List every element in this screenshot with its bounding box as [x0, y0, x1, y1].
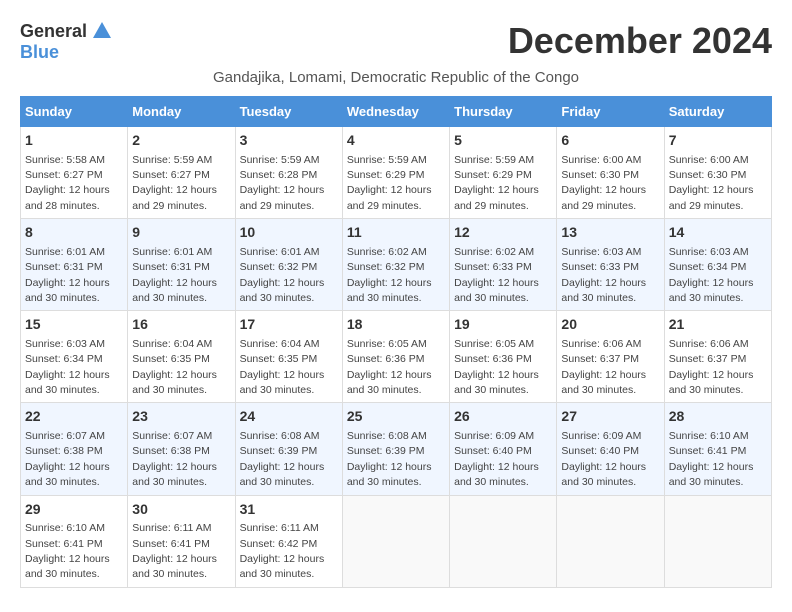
table-row: 26 Sunrise: 6:09 AMSunset: 6:40 PMDaylig…: [450, 403, 557, 495]
table-row: 11 Sunrise: 6:02 AMSunset: 6:32 PMDaylig…: [342, 219, 449, 311]
table-row: 31 Sunrise: 6:11 AMSunset: 6:42 PMDaylig…: [235, 495, 342, 587]
page-subtitle: Gandajika, Lomami, Democratic Republic o…: [20, 69, 772, 86]
logo-icon: [91, 20, 113, 42]
page-header: General Blue December 2024: [20, 20, 772, 63]
table-row: 21 Sunrise: 6:06 AMSunset: 6:37 PMDaylig…: [664, 311, 771, 403]
table-row: 5 Sunrise: 5:59 AMSunset: 6:29 PMDayligh…: [450, 127, 557, 219]
table-row: 28 Sunrise: 6:10 AMSunset: 6:41 PMDaylig…: [664, 403, 771, 495]
logo-blue: Blue: [20, 42, 59, 63]
table-row: 29 Sunrise: 6:10 AMSunset: 6:41 PMDaylig…: [21, 495, 128, 587]
table-row: 13 Sunrise: 6:03 AMSunset: 6:33 PMDaylig…: [557, 219, 664, 311]
table-row: 27 Sunrise: 6:09 AMSunset: 6:40 PMDaylig…: [557, 403, 664, 495]
table-row: [450, 495, 557, 587]
table-row: 23 Sunrise: 6:07 AMSunset: 6:38 PMDaylig…: [128, 403, 235, 495]
table-row: 8 Sunrise: 6:01 AMSunset: 6:31 PMDayligh…: [21, 219, 128, 311]
logo-general: General: [20, 21, 87, 42]
table-row: 19 Sunrise: 6:05 AMSunset: 6:36 PMDaylig…: [450, 311, 557, 403]
month-title: December 2024: [508, 20, 772, 62]
table-row: 20 Sunrise: 6:06 AMSunset: 6:37 PMDaylig…: [557, 311, 664, 403]
table-row: [557, 495, 664, 587]
table-row: 18 Sunrise: 6:05 AMSunset: 6:36 PMDaylig…: [342, 311, 449, 403]
logo: General Blue: [20, 20, 113, 63]
table-row: 15 Sunrise: 6:03 AMSunset: 6:34 PMDaylig…: [21, 311, 128, 403]
table-row: 7 Sunrise: 6:00 AMSunset: 6:30 PMDayligh…: [664, 127, 771, 219]
table-row: 4 Sunrise: 5:59 AMSunset: 6:29 PMDayligh…: [342, 127, 449, 219]
table-row: 17 Sunrise: 6:04 AMSunset: 6:35 PMDaylig…: [235, 311, 342, 403]
table-row: 16 Sunrise: 6:04 AMSunset: 6:35 PMDaylig…: [128, 311, 235, 403]
table-row: 24 Sunrise: 6:08 AMSunset: 6:39 PMDaylig…: [235, 403, 342, 495]
table-row: 25 Sunrise: 6:08 AMSunset: 6:39 PMDaylig…: [342, 403, 449, 495]
table-row: 12 Sunrise: 6:02 AMSunset: 6:33 PMDaylig…: [450, 219, 557, 311]
table-row: 2 Sunrise: 5:59 AMSunset: 6:27 PMDayligh…: [128, 127, 235, 219]
table-row: 6 Sunrise: 6:00 AMSunset: 6:30 PMDayligh…: [557, 127, 664, 219]
calendar-table: Sunday Monday Tuesday Wednesday Thursday…: [20, 96, 772, 588]
table-row: 9 Sunrise: 6:01 AMSunset: 6:31 PMDayligh…: [128, 219, 235, 311]
col-friday: Friday: [557, 97, 664, 127]
table-row: 30 Sunrise: 6:11 AMSunset: 6:41 PMDaylig…: [128, 495, 235, 587]
col-saturday: Saturday: [664, 97, 771, 127]
col-wednesday: Wednesday: [342, 97, 449, 127]
col-sunday: Sunday: [21, 97, 128, 127]
table-row: 1 Sunrise: 5:58 AMSunset: 6:27 PMDayligh…: [21, 127, 128, 219]
col-tuesday: Tuesday: [235, 97, 342, 127]
table-row: 3 Sunrise: 5:59 AMSunset: 6:28 PMDayligh…: [235, 127, 342, 219]
table-row: [342, 495, 449, 587]
calendar-header: Sunday Monday Tuesday Wednesday Thursday…: [21, 97, 772, 127]
col-thursday: Thursday: [450, 97, 557, 127]
table-row: 10 Sunrise: 6:01 AMSunset: 6:32 PMDaylig…: [235, 219, 342, 311]
table-row: 14 Sunrise: 6:03 AMSunset: 6:34 PMDaylig…: [664, 219, 771, 311]
table-row: 22 Sunrise: 6:07 AMSunset: 6:38 PMDaylig…: [21, 403, 128, 495]
col-monday: Monday: [128, 97, 235, 127]
calendar-body: 1 Sunrise: 5:58 AMSunset: 6:27 PMDayligh…: [21, 127, 772, 588]
header-row: Sunday Monday Tuesday Wednesday Thursday…: [21, 97, 772, 127]
table-row: [664, 495, 771, 587]
